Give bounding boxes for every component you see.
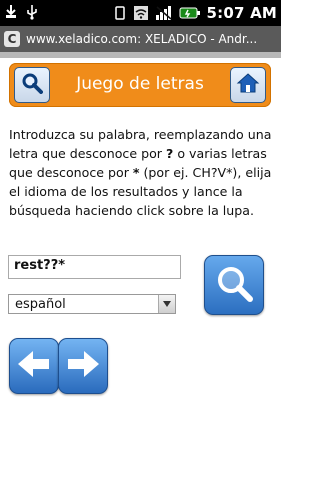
- search-header-button[interactable]: [14, 67, 50, 103]
- status-bar: 5:07 AM: [0, 0, 281, 26]
- download-icon: [4, 4, 18, 20]
- vibrate-icon: [113, 5, 127, 21]
- next-button[interactable]: [58, 338, 108, 394]
- page-title: Juego de letras: [76, 74, 204, 94]
- home-button[interactable]: [230, 67, 266, 103]
- word-input[interactable]: rest??*: [8, 255, 181, 279]
- window-title: www.xeladico.com: XELADICO - Andr...: [26, 32, 258, 46]
- home-icon: [236, 71, 260, 99]
- clock: 5:07 AM: [206, 4, 277, 22]
- magnifier-icon: [214, 263, 254, 307]
- signal-icon: [155, 5, 173, 21]
- battery-icon: [179, 5, 201, 21]
- instructions-asterisk: *: [132, 165, 140, 180]
- chevron-down-icon: [158, 295, 175, 313]
- wifi-icon: [133, 5, 149, 21]
- usb-icon: [24, 4, 40, 20]
- search-button[interactable]: [204, 255, 264, 315]
- window-title-bar: C www.xeladico.com: XELADICO - Andr...: [0, 26, 281, 52]
- page-header: Juego de letras: [9, 63, 271, 107]
- app-icon: C: [4, 31, 20, 47]
- previous-button[interactable]: [9, 338, 59, 394]
- language-select[interactable]: español: [8, 294, 176, 314]
- instructions-text: Introduzca su palabra, reemplazando una …: [9, 125, 273, 220]
- magnifier-icon: [21, 72, 43, 98]
- language-selected: español: [15, 296, 66, 312]
- arrow-right-icon: [65, 348, 101, 384]
- title-divider: [0, 52, 281, 58]
- arrow-left-icon: [16, 348, 52, 384]
